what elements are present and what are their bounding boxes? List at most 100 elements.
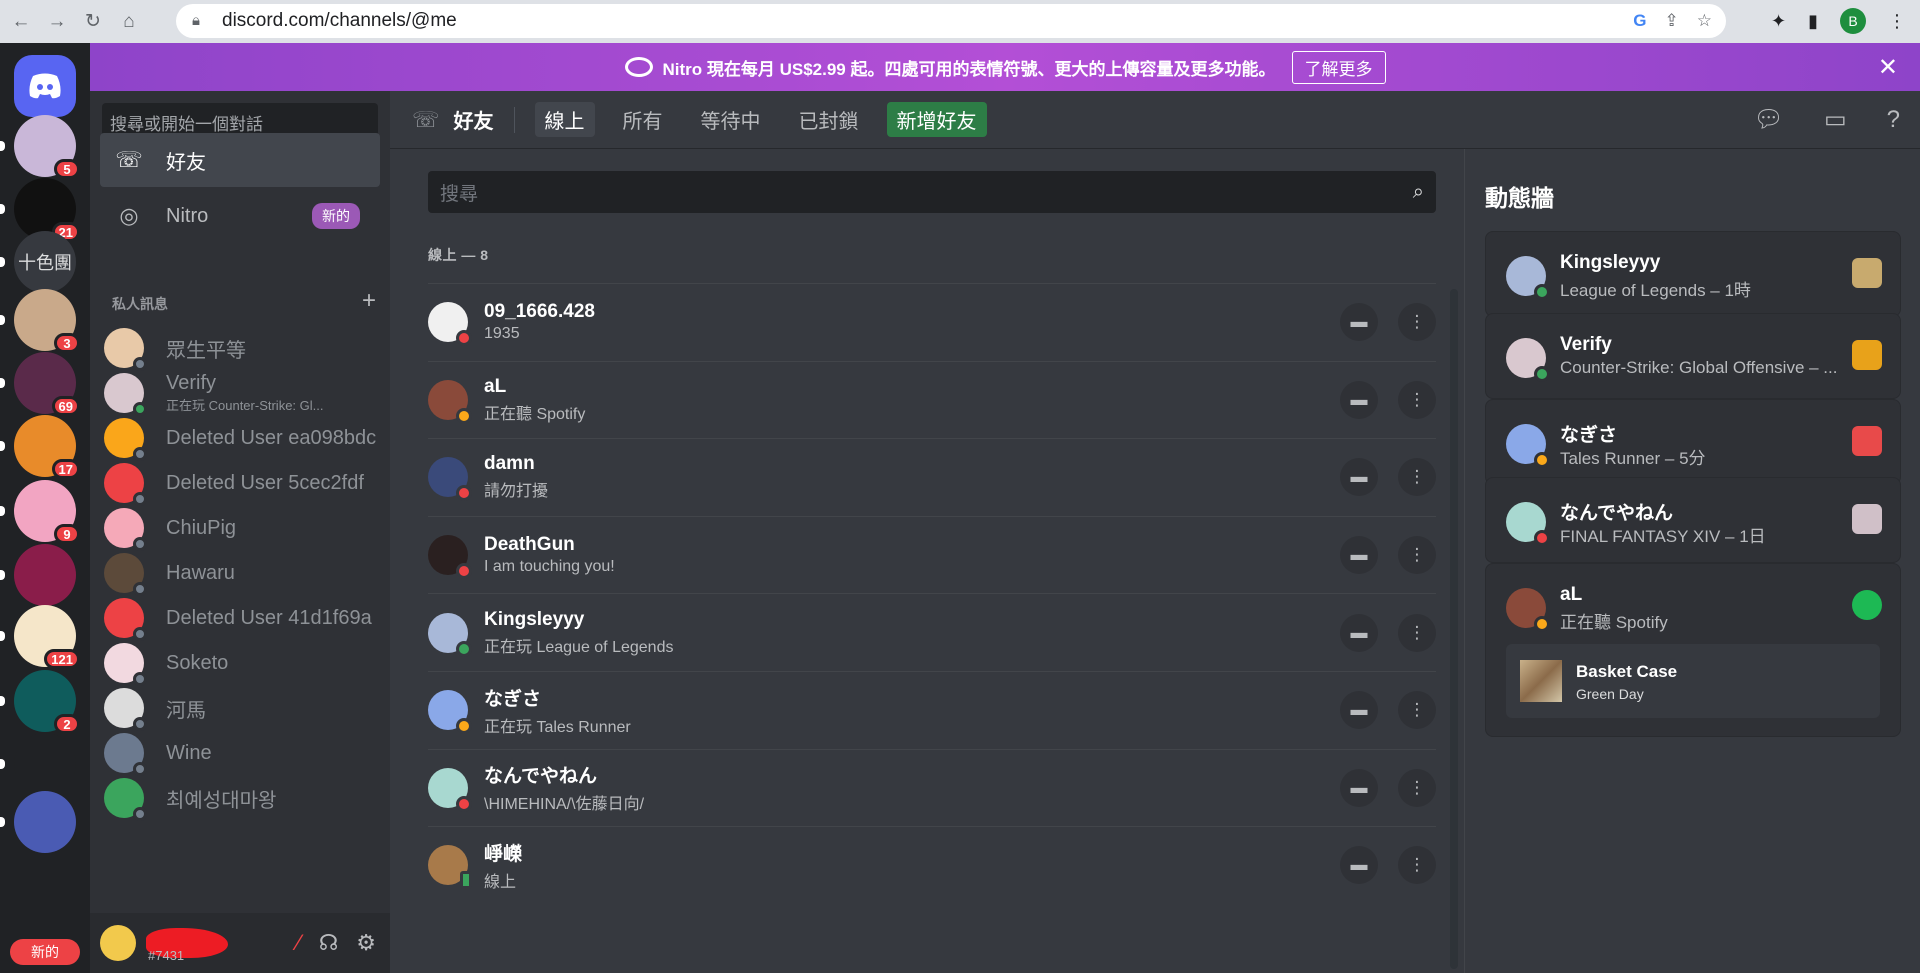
more-options-icon[interactable]: ⋮ — [1398, 846, 1436, 885]
server-icon[interactable] — [14, 733, 76, 795]
nitro-icon: ◎ — [119, 203, 139, 228]
friend-status-text: 1935 — [484, 325, 520, 343]
dm-item[interactable]: Soketo — [104, 638, 380, 688]
more-options-icon[interactable]: ⋮ — [1398, 691, 1436, 730]
rail-new-badge[interactable]: 新的 — [10, 939, 80, 965]
share-icon[interactable]: ⇪ — [1665, 11, 1679, 31]
close-icon[interactable]: ✕ — [1878, 53, 1898, 82]
server-icon[interactable]: 9 — [14, 480, 80, 544]
nav-friends[interactable]: ☏ 好友 — [100, 133, 380, 187]
new-group-dm-icon[interactable]: 💬︎ — [1753, 105, 1783, 134]
more-options-icon[interactable]: ⋮ — [1398, 613, 1436, 652]
learn-more-button[interactable]: 了解更多 — [1291, 50, 1386, 84]
message-icon[interactable]: ▬ — [1340, 691, 1378, 730]
tab-online[interactable]: 線上 — [534, 102, 595, 137]
dm-item[interactable]: Deleted User ea098bdc — [104, 413, 380, 463]
avatar — [104, 643, 147, 686]
dm-item[interactable]: Wine — [104, 728, 380, 778]
dm-item[interactable]: 河馬 — [104, 683, 380, 733]
scrollbar[interactable] — [1450, 289, 1458, 969]
message-icon[interactable]: ▬ — [1340, 846, 1378, 885]
now-playing[interactable]: Basket Case Green Day — [1506, 644, 1880, 718]
inbox-icon[interactable]: ▭ — [1824, 105, 1847, 134]
server-icon[interactable]: 2 — [14, 670, 80, 734]
avatar — [104, 688, 147, 731]
friend-row[interactable]: damn 請勿打擾 ▬ ⋮ — [428, 438, 1436, 516]
server-icon[interactable]: 3 — [14, 289, 80, 353]
status-indicator — [456, 407, 472, 424]
add-friend-button[interactable]: 新增好友 — [886, 102, 987, 137]
settings-gear-icon[interactable]: ⚙ — [356, 930, 376, 956]
activity-card[interactable]: なぎさ Tales Runner – 5分 — [1485, 399, 1901, 485]
avatar — [428, 457, 472, 502]
nav-nitro[interactable]: ◎ Nitro 新的 — [100, 189, 380, 243]
friend-row[interactable]: なんでやねん \HIMEHINA/\佐藤日向/ ▬ ⋮ — [428, 748, 1436, 827]
server-icon[interactable]: 121 — [14, 605, 80, 669]
help-icon[interactable]: ? — [1887, 106, 1900, 134]
home-button[interactable] — [14, 55, 76, 117]
status-indicator — [133, 807, 147, 821]
activity-card[interactable]: Verify Counter-Strike: Global Offensive –… — [1485, 313, 1901, 399]
message-icon[interactable]: ▬ — [1340, 303, 1378, 342]
create-dm-plus-icon[interactable]: + — [362, 287, 376, 315]
dm-item[interactable]: ChiuPig — [104, 503, 380, 553]
side-panel-icon[interactable]: ▮ — [1808, 11, 1818, 32]
friend-row[interactable]: Kingsleyyy 正在玩 League of Legends ▬ ⋮ — [428, 593, 1436, 671]
unread-pill — [0, 696, 5, 706]
dm-item[interactable]: Deleted User 41d1f69a — [104, 593, 380, 643]
tab-pending[interactable]: 等待中 — [691, 102, 771, 137]
bookmark-star-icon[interactable]: ☆ — [1697, 11, 1712, 31]
friend-row[interactable]: aL 正在聽 Spotify ▬ ⋮ — [428, 360, 1436, 439]
message-icon[interactable]: ▬ — [1340, 768, 1378, 807]
tab-all[interactable]: 所有 — [613, 102, 673, 137]
friends-header: ☏ 好友 線上 所有 等待中 已封鎖 新增好友 💬︎ ▭ ? — [390, 91, 1920, 149]
nitro-banner: Nitro 現在每月 US$2.99 起。四處可用的表情符號、更大的上傳容量及更… — [90, 43, 1920, 91]
friend-row[interactable]: DeathGun I am touching you! ▬ ⋮ — [428, 515, 1436, 594]
reload-icon[interactable]: ↻ — [78, 7, 108, 37]
more-options-icon[interactable]: ⋮ — [1398, 303, 1436, 342]
forward-icon[interactable]: → — [42, 7, 72, 37]
profile-avatar[interactable]: B — [1840, 8, 1866, 34]
message-icon[interactable]: ▬ — [1340, 536, 1378, 575]
dm-item[interactable]: 眾生平等 — [104, 323, 380, 373]
message-icon[interactable]: ▬ — [1340, 458, 1378, 497]
menu-kebab-icon[interactable]: ⋮ — [1888, 11, 1906, 32]
server-icon[interactable]: 十色團 — [14, 231, 76, 293]
more-options-icon[interactable]: ⋮ — [1398, 380, 1436, 419]
server-icon[interactable] — [14, 791, 76, 853]
unread-pill — [0, 759, 5, 769]
extensions-icon[interactable]: ✦ — [1771, 11, 1786, 32]
activity-card[interactable]: なんでやねん FINAL FANTASY XIV – 1日 — [1485, 477, 1901, 563]
avatar — [104, 463, 147, 506]
user-avatar[interactable] — [100, 925, 136, 961]
back-icon[interactable]: ← — [6, 7, 36, 37]
server-icon[interactable]: 69 — [14, 352, 80, 416]
address-bar[interactable]: 🔒︎ discord.com/channels/@me G ⇪ ☆ — [176, 4, 1726, 38]
friend-row[interactable]: なぎさ 正在玩 Tales Runner ▬ ⋮ — [428, 671, 1436, 749]
server-icon[interactable] — [14, 544, 76, 606]
dm-item[interactable]: Verify 正在玩 Counter-Strike: Gl... — [104, 368, 380, 418]
google-icon[interactable]: G — [1633, 11, 1646, 31]
friend-row[interactable]: 崢嶸 線上 ▬ ⋮ — [428, 826, 1436, 904]
server-icon[interactable]: 5 — [14, 115, 80, 179]
friend-row[interactable]: 09_1666.428 1935 ▬ ⋮ — [428, 283, 1436, 361]
dm-search-input[interactable]: 搜尋或開始一個對話 — [102, 103, 378, 137]
friend-status-text: 正在玩 Tales Runner — [484, 718, 631, 736]
activity-card[interactable]: aL 正在聽 Spotify Basket Case Green Day — [1485, 563, 1901, 737]
tab-blocked[interactable]: 已封鎖 — [789, 102, 869, 137]
friends-search-input[interactable]: 搜尋 ⌕ — [428, 171, 1436, 213]
home-icon[interactable]: ⌂ — [114, 7, 144, 37]
activity-card[interactable]: Kingsleyyy League of Legends – 1時 — [1485, 231, 1901, 317]
more-options-icon[interactable]: ⋮ — [1398, 536, 1436, 575]
dm-item[interactable]: Deleted User 5cec2fdf — [104, 458, 380, 508]
dm-item[interactable]: Hawaru — [104, 548, 380, 598]
more-options-icon[interactable]: ⋮ — [1398, 458, 1436, 497]
avatar — [104, 733, 147, 776]
server-icon[interactable]: 17 — [14, 415, 80, 479]
message-icon[interactable]: ▬ — [1340, 613, 1378, 652]
more-options-icon[interactable]: ⋮ — [1398, 768, 1436, 807]
headphones-icon[interactable]: ☊ — [319, 930, 339, 956]
dm-item[interactable]: 최예성대마왕 — [104, 773, 380, 823]
message-icon[interactable]: ▬ — [1340, 380, 1378, 419]
mute-mic-icon[interactable]: ⁄ — [297, 930, 301, 956]
